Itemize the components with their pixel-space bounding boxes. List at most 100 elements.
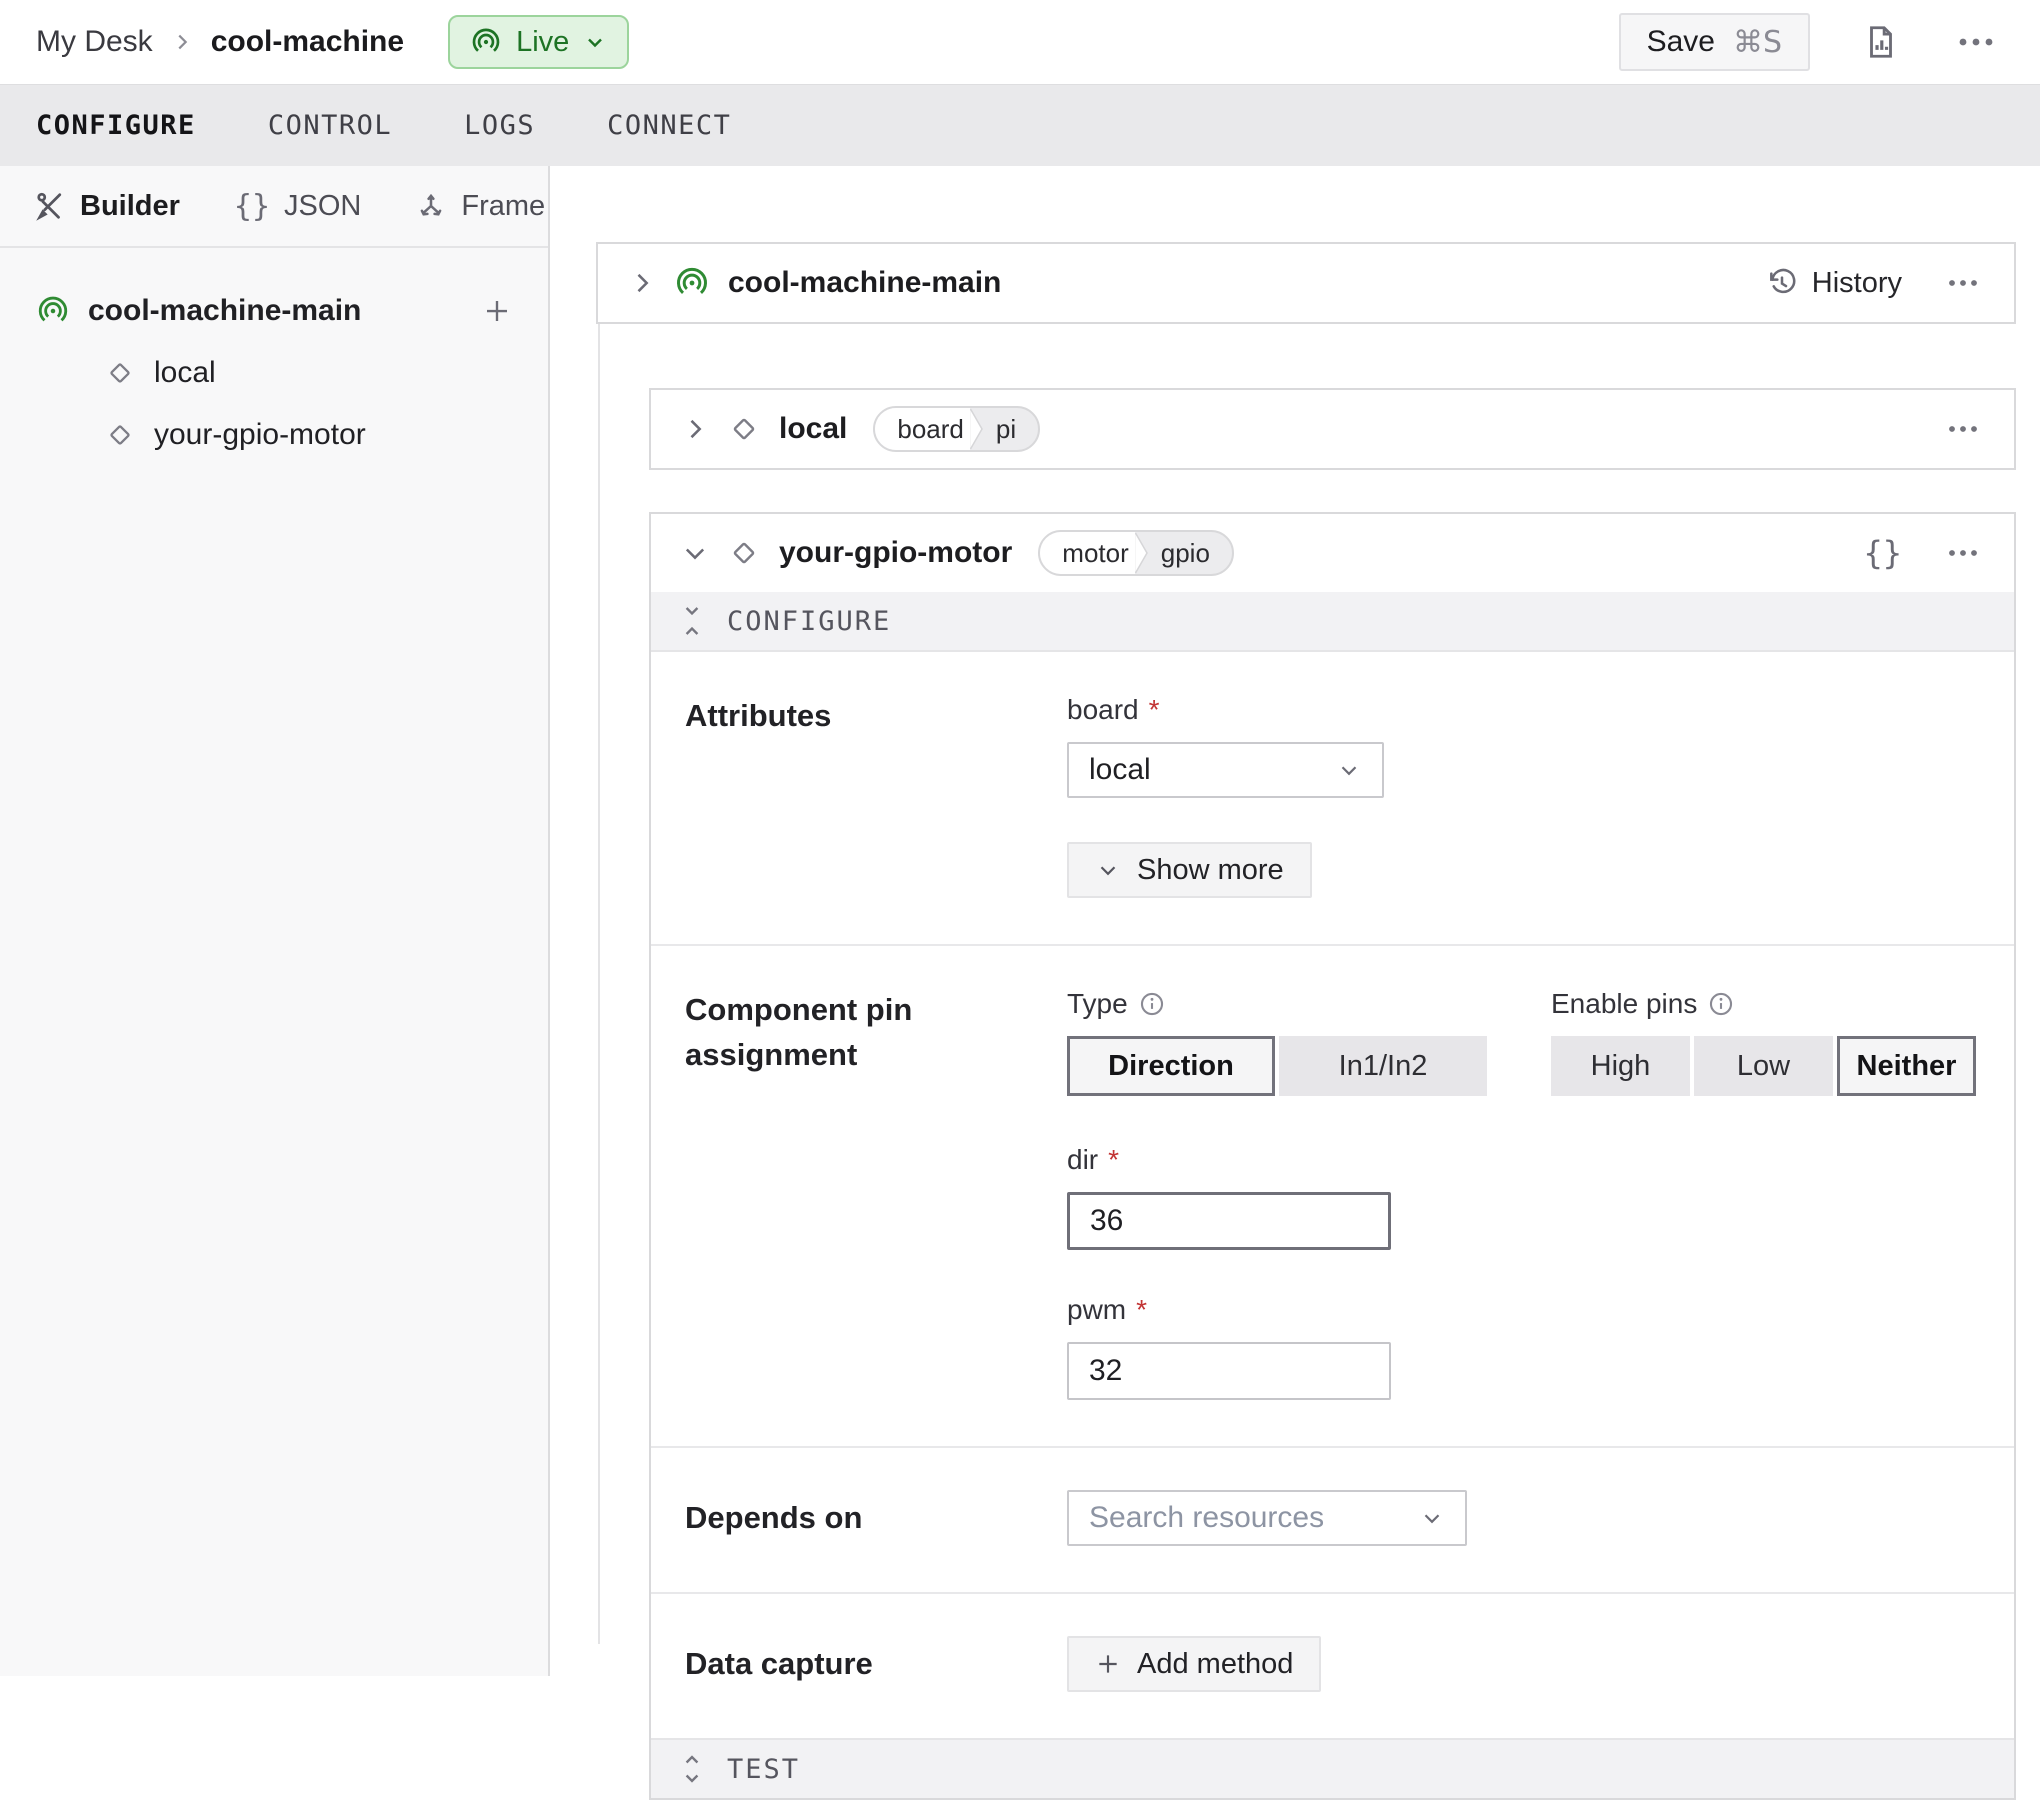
enable-option-high[interactable]: High xyxy=(1551,1036,1690,1096)
history-clock-icon xyxy=(1766,267,1798,299)
resource-type-pill: board pi xyxy=(873,406,1040,452)
collapse-vertical-icon xyxy=(679,604,705,638)
tree-machine-label: cool-machine-main xyxy=(88,294,361,328)
mode-builder-label: Builder xyxy=(80,190,180,223)
frame-axes-icon xyxy=(415,190,447,222)
pwm-pin-input[interactable] xyxy=(1067,1342,1391,1400)
component-diamond-icon xyxy=(727,412,761,446)
enable-option-low[interactable]: Low xyxy=(1694,1036,1833,1096)
chevron-down-icon xyxy=(1095,857,1121,883)
show-more-label: Show more xyxy=(1137,854,1284,887)
attributes-section: Attributes board * local Show more xyxy=(651,652,2014,944)
tab-logs[interactable]: LOGS xyxy=(464,110,535,141)
enable-pins-group: Enable pins High Low Neither xyxy=(1551,988,1976,1096)
tree-local-label: local xyxy=(154,356,216,390)
motor-card-title: your-gpio-motor xyxy=(779,536,1012,570)
resource-tree: cool-machine-main local your-gpio-motor xyxy=(0,248,548,466)
component-diamond-icon xyxy=(727,536,761,570)
add-component-icon[interactable] xyxy=(482,296,512,326)
depends-on-heading: Depends on xyxy=(685,1496,965,1541)
test-section-bar[interactable]: TEST xyxy=(651,1738,2014,1798)
live-status-button[interactable]: Live xyxy=(448,15,629,69)
tools-icon xyxy=(36,191,66,221)
save-shortcut: ⌘S xyxy=(1733,25,1782,60)
history-button[interactable]: History xyxy=(1766,267,1902,300)
type-label: Type xyxy=(1067,988,1487,1020)
tab-control[interactable]: CONTROL xyxy=(268,110,392,141)
mode-frame[interactable]: Frame xyxy=(415,190,545,223)
tree-item-machine[interactable]: cool-machine-main xyxy=(0,280,548,342)
mode-builder[interactable]: Builder xyxy=(36,190,180,223)
collapse-chevron-down-icon[interactable] xyxy=(681,539,709,567)
motor-card-menu-button[interactable] xyxy=(1942,543,1984,563)
show-more-button[interactable]: Show more xyxy=(1067,842,1312,898)
tree-motor-label: your-gpio-motor xyxy=(154,418,366,452)
dir-pin-input[interactable] xyxy=(1067,1192,1391,1250)
live-label: Live xyxy=(516,26,569,59)
local-card-menu-button[interactable] xyxy=(1942,419,1984,439)
save-label: Save xyxy=(1647,25,1715,59)
mode-json-label: JSON xyxy=(284,190,361,223)
tree-item-your-gpio-motor[interactable]: your-gpio-motor xyxy=(0,404,548,466)
tree-indent-guide xyxy=(598,322,600,1644)
tree-item-local[interactable]: local xyxy=(0,342,548,404)
local-board-card: local board pi xyxy=(649,388,2016,470)
breadcrumb-parent[interactable]: My Desk xyxy=(36,25,153,59)
tab-configure[interactable]: CONFIGURE xyxy=(36,110,196,141)
edit-json-button[interactable]: {} xyxy=(1863,534,1902,572)
config-sidebar: Builder {} JSON Frame coo xyxy=(0,166,550,1676)
pill-model-label: pi xyxy=(984,408,1038,450)
resource-type-pill: motor gpio xyxy=(1038,530,1234,576)
data-capture-section: Data capture Add method xyxy=(651,1592,2014,1738)
ellipsis-icon xyxy=(1946,277,1980,289)
attributes-heading: Attributes xyxy=(685,694,965,898)
mode-json[interactable]: {} JSON xyxy=(234,189,361,224)
chevron-down-icon xyxy=(1336,757,1362,783)
plus-icon xyxy=(1095,1651,1121,1677)
config-main: cool-machine-main History xyxy=(550,166,2040,1676)
breadcrumb-chevron-icon xyxy=(171,31,193,53)
component-diamond-icon xyxy=(104,357,136,389)
expand-vertical-icon xyxy=(679,1752,705,1786)
chevron-down-icon xyxy=(583,30,607,54)
broadcast-icon xyxy=(470,26,502,58)
pin-assignment-section: Component pin assignment Type Direction … xyxy=(651,944,2014,1446)
required-marker: * xyxy=(1149,694,1160,726)
add-method-button[interactable]: Add method xyxy=(1067,1636,1321,1692)
pwm-field-label: pwm * xyxy=(1067,1294,1984,1326)
info-icon[interactable] xyxy=(1707,990,1735,1018)
component-diamond-icon xyxy=(104,419,136,451)
dir-field-label: dir * xyxy=(1067,1144,1984,1176)
test-section-label: TEST xyxy=(727,1754,800,1785)
save-button[interactable]: Save ⌘S xyxy=(1619,13,1810,71)
topbar-menu-button[interactable] xyxy=(1952,31,2000,53)
expand-chevron-right-icon[interactable] xyxy=(628,269,656,297)
configure-section-label: CONFIGURE xyxy=(727,606,891,637)
type-option-direction[interactable]: Direction xyxy=(1067,1036,1275,1096)
broadcast-icon xyxy=(674,265,710,301)
board-field-label: board * xyxy=(1067,694,1984,726)
data-capture-heading: Data capture xyxy=(685,1642,965,1687)
configure-section-bar[interactable]: CONFIGURE xyxy=(651,592,2014,652)
depends-on-select[interactable]: Search resources xyxy=(1067,1490,1467,1546)
type-option-in1in2[interactable]: In1/In2 xyxy=(1279,1036,1487,1096)
pill-type-label: motor xyxy=(1040,532,1134,574)
machine-card-title: cool-machine-main xyxy=(728,266,1001,300)
board-select[interactable]: local xyxy=(1067,742,1384,798)
enable-option-neither[interactable]: Neither xyxy=(1837,1036,1976,1096)
ellipsis-icon xyxy=(1956,35,1996,49)
breadcrumb-machine-name: cool-machine xyxy=(211,25,404,59)
tab-connect[interactable]: CONNECT xyxy=(607,110,731,141)
local-card-title: local xyxy=(779,412,847,446)
pin-assignment-heading: Component pin assignment xyxy=(685,988,965,1400)
info-icon[interactable] xyxy=(1138,990,1166,1018)
history-label: History xyxy=(1812,267,1902,300)
machine-report-button[interactable] xyxy=(1858,19,1904,65)
mode-frame-label: Frame xyxy=(461,190,545,223)
machine-card-menu-button[interactable] xyxy=(1942,273,1984,293)
expand-chevron-right-icon[interactable] xyxy=(681,415,709,443)
type-group: Type Direction In1/In2 xyxy=(1067,988,1487,1096)
required-marker: * xyxy=(1108,1144,1119,1176)
broadcast-icon xyxy=(36,294,70,328)
view-mode-switcher: Builder {} JSON Frame xyxy=(0,166,548,248)
